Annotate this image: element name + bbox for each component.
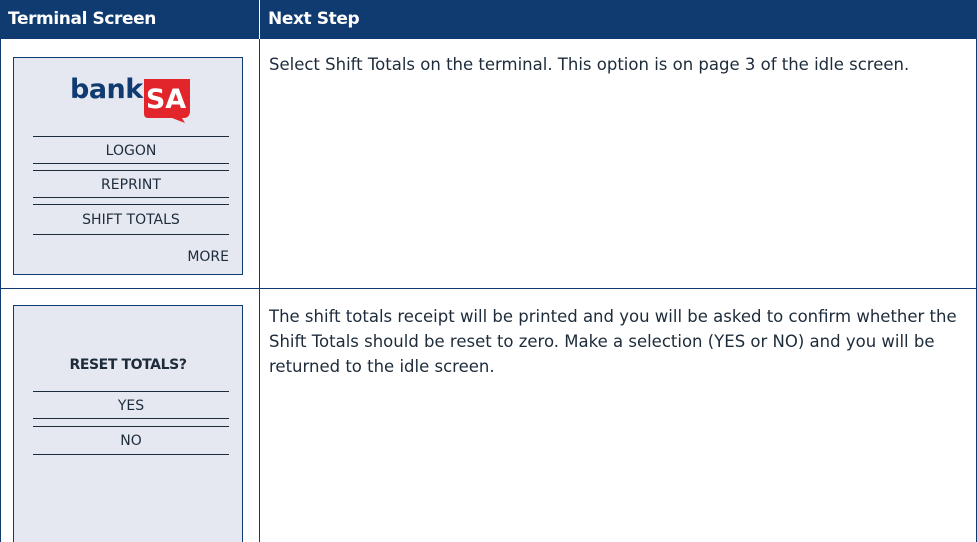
menu-item-shift-totals[interactable]: SHIFT TOTALS (33, 212, 229, 228)
menu-divider (33, 454, 229, 455)
step-text-1: Select Shift Totals on the terminal. Thi… (269, 55, 910, 74)
row-divider (0, 288, 977, 289)
table-column-divider (259, 39, 260, 542)
menu-divider (33, 418, 229, 419)
menu-divider (33, 170, 229, 171)
logo-sa-text: SA (146, 84, 186, 115)
logo-bank-text: bank (70, 74, 143, 105)
table-left-border (0, 39, 1, 542)
header-terminal-screen: Terminal Screen (0, 0, 259, 39)
menu-item-reprint[interactable]: REPRINT (33, 177, 229, 193)
logo-sa-badge-icon: SA (144, 79, 190, 123)
menu-divider (33, 426, 229, 427)
menu-divider (33, 163, 229, 164)
menu-item-yes[interactable]: YES (33, 398, 229, 414)
step-text-2: The shift totals receipt will be printed… (269, 307, 957, 376)
menu-item-logon[interactable]: LOGON (33, 143, 229, 159)
menu-divider (33, 136, 229, 137)
menu-divider (33, 234, 229, 235)
reset-totals-prompt: RESET TOTALS? (69, 357, 187, 373)
menu-item-more[interactable]: MORE (33, 249, 229, 265)
menu-divider (33, 197, 229, 198)
menu-divider (33, 204, 229, 205)
menu-divider (33, 391, 229, 392)
terminal-screen-reset (13, 305, 243, 542)
header-next-step: Next Step (260, 0, 977, 39)
menu-item-no[interactable]: NO (33, 433, 229, 449)
